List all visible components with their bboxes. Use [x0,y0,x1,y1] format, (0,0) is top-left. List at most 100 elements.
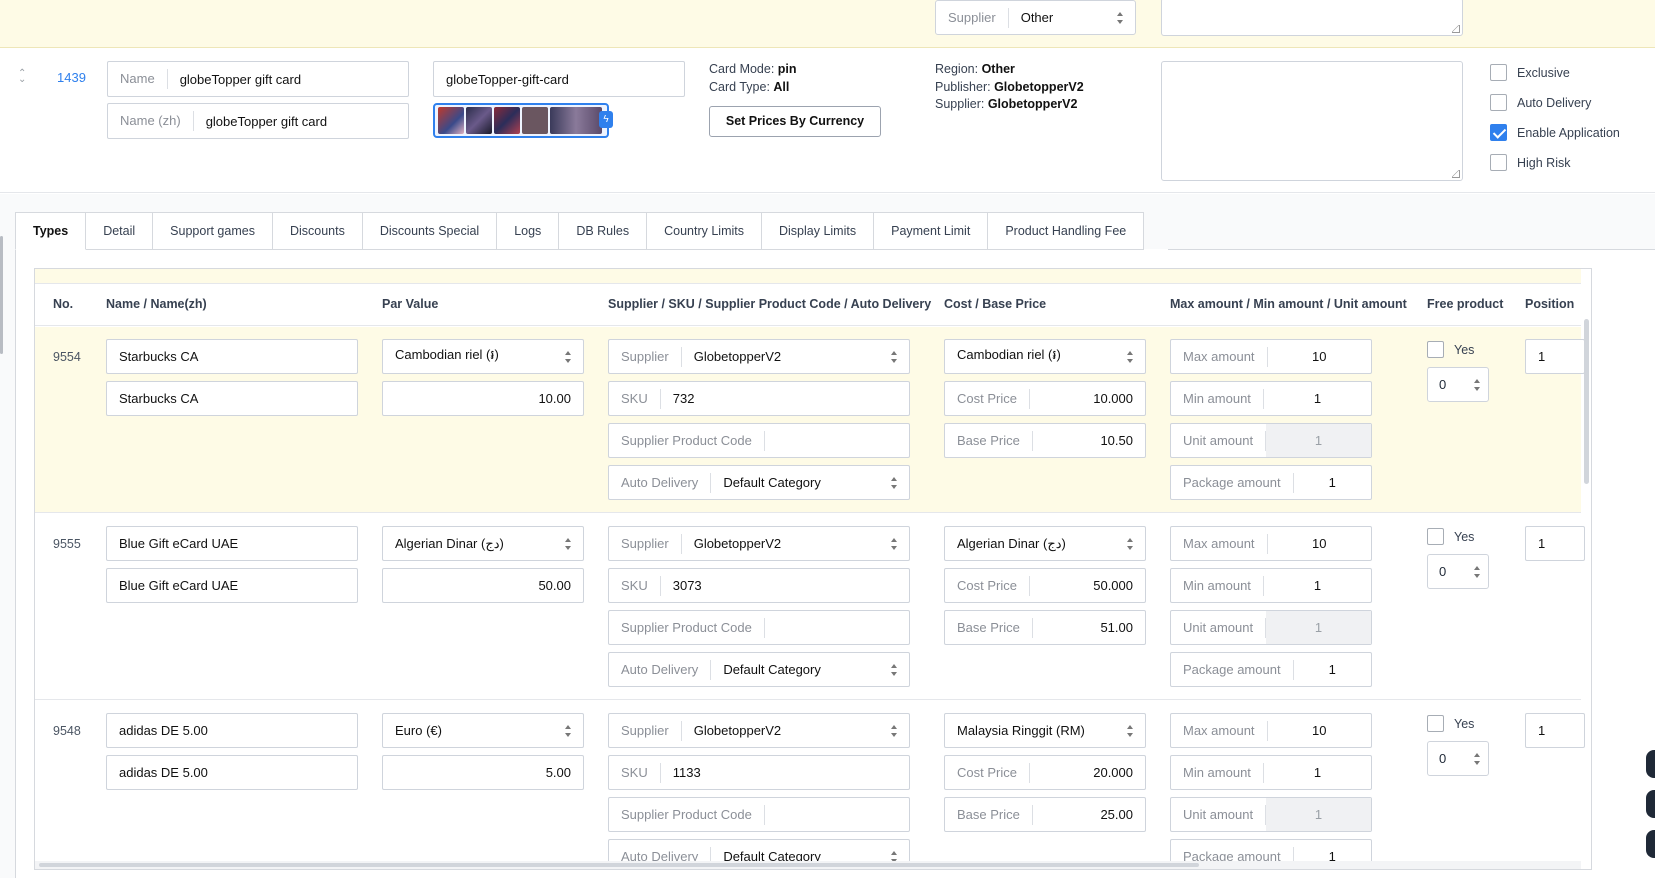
enable-application-checkbox[interactable]: Enable Application [1490,124,1620,141]
product-image-thumb[interactable] [550,107,602,134]
row-supplier-select[interactable]: Supplier GlobetopperV2 [608,713,910,748]
base-price-input[interactable]: Base Price 25.00 [944,797,1146,832]
resize-handle[interactable] [0,236,3,354]
supplier-product-code-input[interactable]: Supplier Product Code [608,610,910,645]
floating-action-button[interactable] [1646,830,1655,858]
collapse-chevron-icon[interactable]: ⌃ ⌄ [18,69,28,85]
free-count-stepper[interactable]: 0 [1427,554,1489,589]
tab-discounts[interactable]: Discounts [272,212,363,250]
product-slug-field[interactable]: globeTopper-gift-card [433,61,685,97]
sku-input[interactable]: SKU 732 [608,381,910,416]
product-name-zh-field[interactable]: Name (zh) globeTopper gift card [107,103,409,139]
par-currency-select[interactable]: Cambodian riel (៛) [382,339,584,374]
checkbox-box[interactable] [1427,528,1444,545]
par-currency-select[interactable]: Algerian Dinar (دج) [382,526,584,561]
position-input[interactable]: 1 [1525,526,1585,561]
par-value-input[interactable]: 5.00 [382,755,584,790]
tab-logs[interactable]: Logs [497,212,560,250]
checkbox-box[interactable] [1490,94,1507,111]
horizontal-scrollbar[interactable] [35,861,1581,869]
row-supplier-select[interactable]: Supplier GlobetopperV2 [608,339,910,374]
free-product-checkbox[interactable]: Yes [1427,715,1474,732]
tab-payment-limit[interactable]: Payment Limit [874,212,989,250]
base-price-input[interactable]: Base Price 10.50 [944,423,1146,458]
free-product-checkbox[interactable]: Yes [1427,528,1474,545]
par-currency-select[interactable]: Euro (€) [382,713,584,748]
position-input[interactable]: 1 [1525,339,1585,374]
free-product-checkbox[interactable]: Yes [1427,341,1474,358]
stepper-caret-icon[interactable] [1472,565,1482,579]
checkbox-box[interactable] [1427,715,1444,732]
supplier-select[interactable]: Supplier Other [935,0,1136,35]
checkbox-box[interactable] [1490,154,1507,171]
set-prices-by-currency-button[interactable]: Set Prices By Currency [709,106,881,137]
base-price-input[interactable]: Base Price 51.00 [944,610,1146,645]
package-amount-input[interactable]: Package amount 1 [1170,652,1372,687]
cost-price-input[interactable]: Cost Price 20.000 [944,755,1146,790]
sku-input[interactable]: SKU 1133 [608,755,910,790]
free-count-value: 0 [1439,751,1447,766]
row-supplier-select[interactable]: Supplier GlobetopperV2 [608,526,910,561]
lightning-icon[interactable]: ϟ [599,111,613,128]
tab-db-rules[interactable]: DB Rules [559,212,648,250]
cost-currency-select[interactable]: Malaysia Ringgit (RM) [944,713,1146,748]
supplier-product-code-input[interactable]: Supplier Product Code [608,797,910,832]
cost-currency-select[interactable]: Cambodian riel (៛) [944,339,1146,374]
notes-textarea-previous[interactable] [1161,0,1463,36]
min-amount-input[interactable]: Min amount 1 [1170,381,1372,416]
floating-action-button[interactable] [1646,750,1655,778]
min-amount-input[interactable]: Min amount 1 [1170,755,1372,790]
tab-display-limits[interactable]: Display Limits [762,212,875,250]
stepper-caret-icon[interactable] [1472,378,1482,392]
max-amount-input[interactable]: Max amount 10 [1170,713,1372,748]
auto-delivery-select[interactable]: Auto Delivery Default Category [608,652,910,687]
free-count-stepper[interactable]: 0 [1427,367,1489,402]
cost-price-input[interactable]: Cost Price 50.000 [944,568,1146,603]
high-risk-checkbox[interactable]: High Risk [1490,154,1571,171]
product-image-thumb[interactable] [466,107,492,134]
min-amount-input[interactable]: Min amount 1 [1170,568,1372,603]
par-value-input[interactable]: 10.00 [382,381,584,416]
vertical-scrollbar[interactable] [1584,319,1589,484]
sku-input[interactable]: SKU 3073 [608,568,910,603]
auto-delivery-select[interactable]: Auto Delivery Default Category [608,465,910,500]
row-name-zh-input[interactable]: Starbucks CA [106,381,358,416]
max-amount-input[interactable]: Max amount 10 [1170,526,1372,561]
product-image-thumb[interactable] [522,107,548,134]
product-image-thumb[interactable] [494,107,520,134]
field-label: Auto Delivery [609,659,712,680]
cost-price-input[interactable]: Cost Price 10.000 [944,381,1146,416]
product-image-thumb[interactable] [438,107,464,134]
package-amount-input[interactable]: Package amount 1 [1170,465,1372,500]
max-amount-input[interactable]: Max amount 10 [1170,339,1372,374]
floating-action-button[interactable] [1646,790,1655,818]
row-name-input[interactable]: Starbucks CA [106,339,358,374]
row-name-input[interactable]: adidas DE 5.00 [106,713,358,748]
checkbox-box[interactable] [1427,341,1444,358]
exclusive-checkbox[interactable]: Exclusive [1490,64,1570,81]
tab-support-games[interactable]: Support games [153,212,273,250]
supplier-product-code-input[interactable]: Supplier Product Code [608,423,910,458]
product-name-field[interactable]: Name globeTopper gift card [107,61,409,97]
checkbox-box[interactable] [1490,64,1507,81]
auto-delivery-checkbox[interactable]: Auto Delivery [1490,94,1591,111]
product-notes-textarea[interactable] [1161,61,1463,181]
position-input[interactable]: 1 [1525,713,1585,748]
cost-currency-select[interactable]: Algerian Dinar (دج) [944,526,1146,561]
row-name-zh-input[interactable]: Blue Gift eCard UAE [106,568,358,603]
product-images-strip[interactable]: ϟ [433,103,613,138]
tab-detail[interactable]: Detail [86,212,154,250]
checkbox-box-checked[interactable] [1490,124,1507,141]
par-value-input[interactable]: 50.00 [382,568,584,603]
horizontal-scrollbar-thumb[interactable] [39,863,1199,867]
tab-types[interactable]: Types [15,212,87,250]
free-count-stepper[interactable]: 0 [1427,741,1489,776]
tab-discounts-special[interactable]: Discounts Special [362,212,498,250]
row-name-zh-input[interactable]: adidas DE 5.00 [106,755,358,790]
tab-country-limits[interactable]: Country Limits [647,212,762,250]
tab-product-handling-fee[interactable]: Product Handling Fee [988,212,1145,250]
product-id-link[interactable]: 1439 [57,70,86,85]
stepper-caret-icon[interactable] [1472,752,1482,766]
field-label: Supplier Product Code [609,430,765,451]
row-name-input[interactable]: Blue Gift eCard UAE [106,526,358,561]
